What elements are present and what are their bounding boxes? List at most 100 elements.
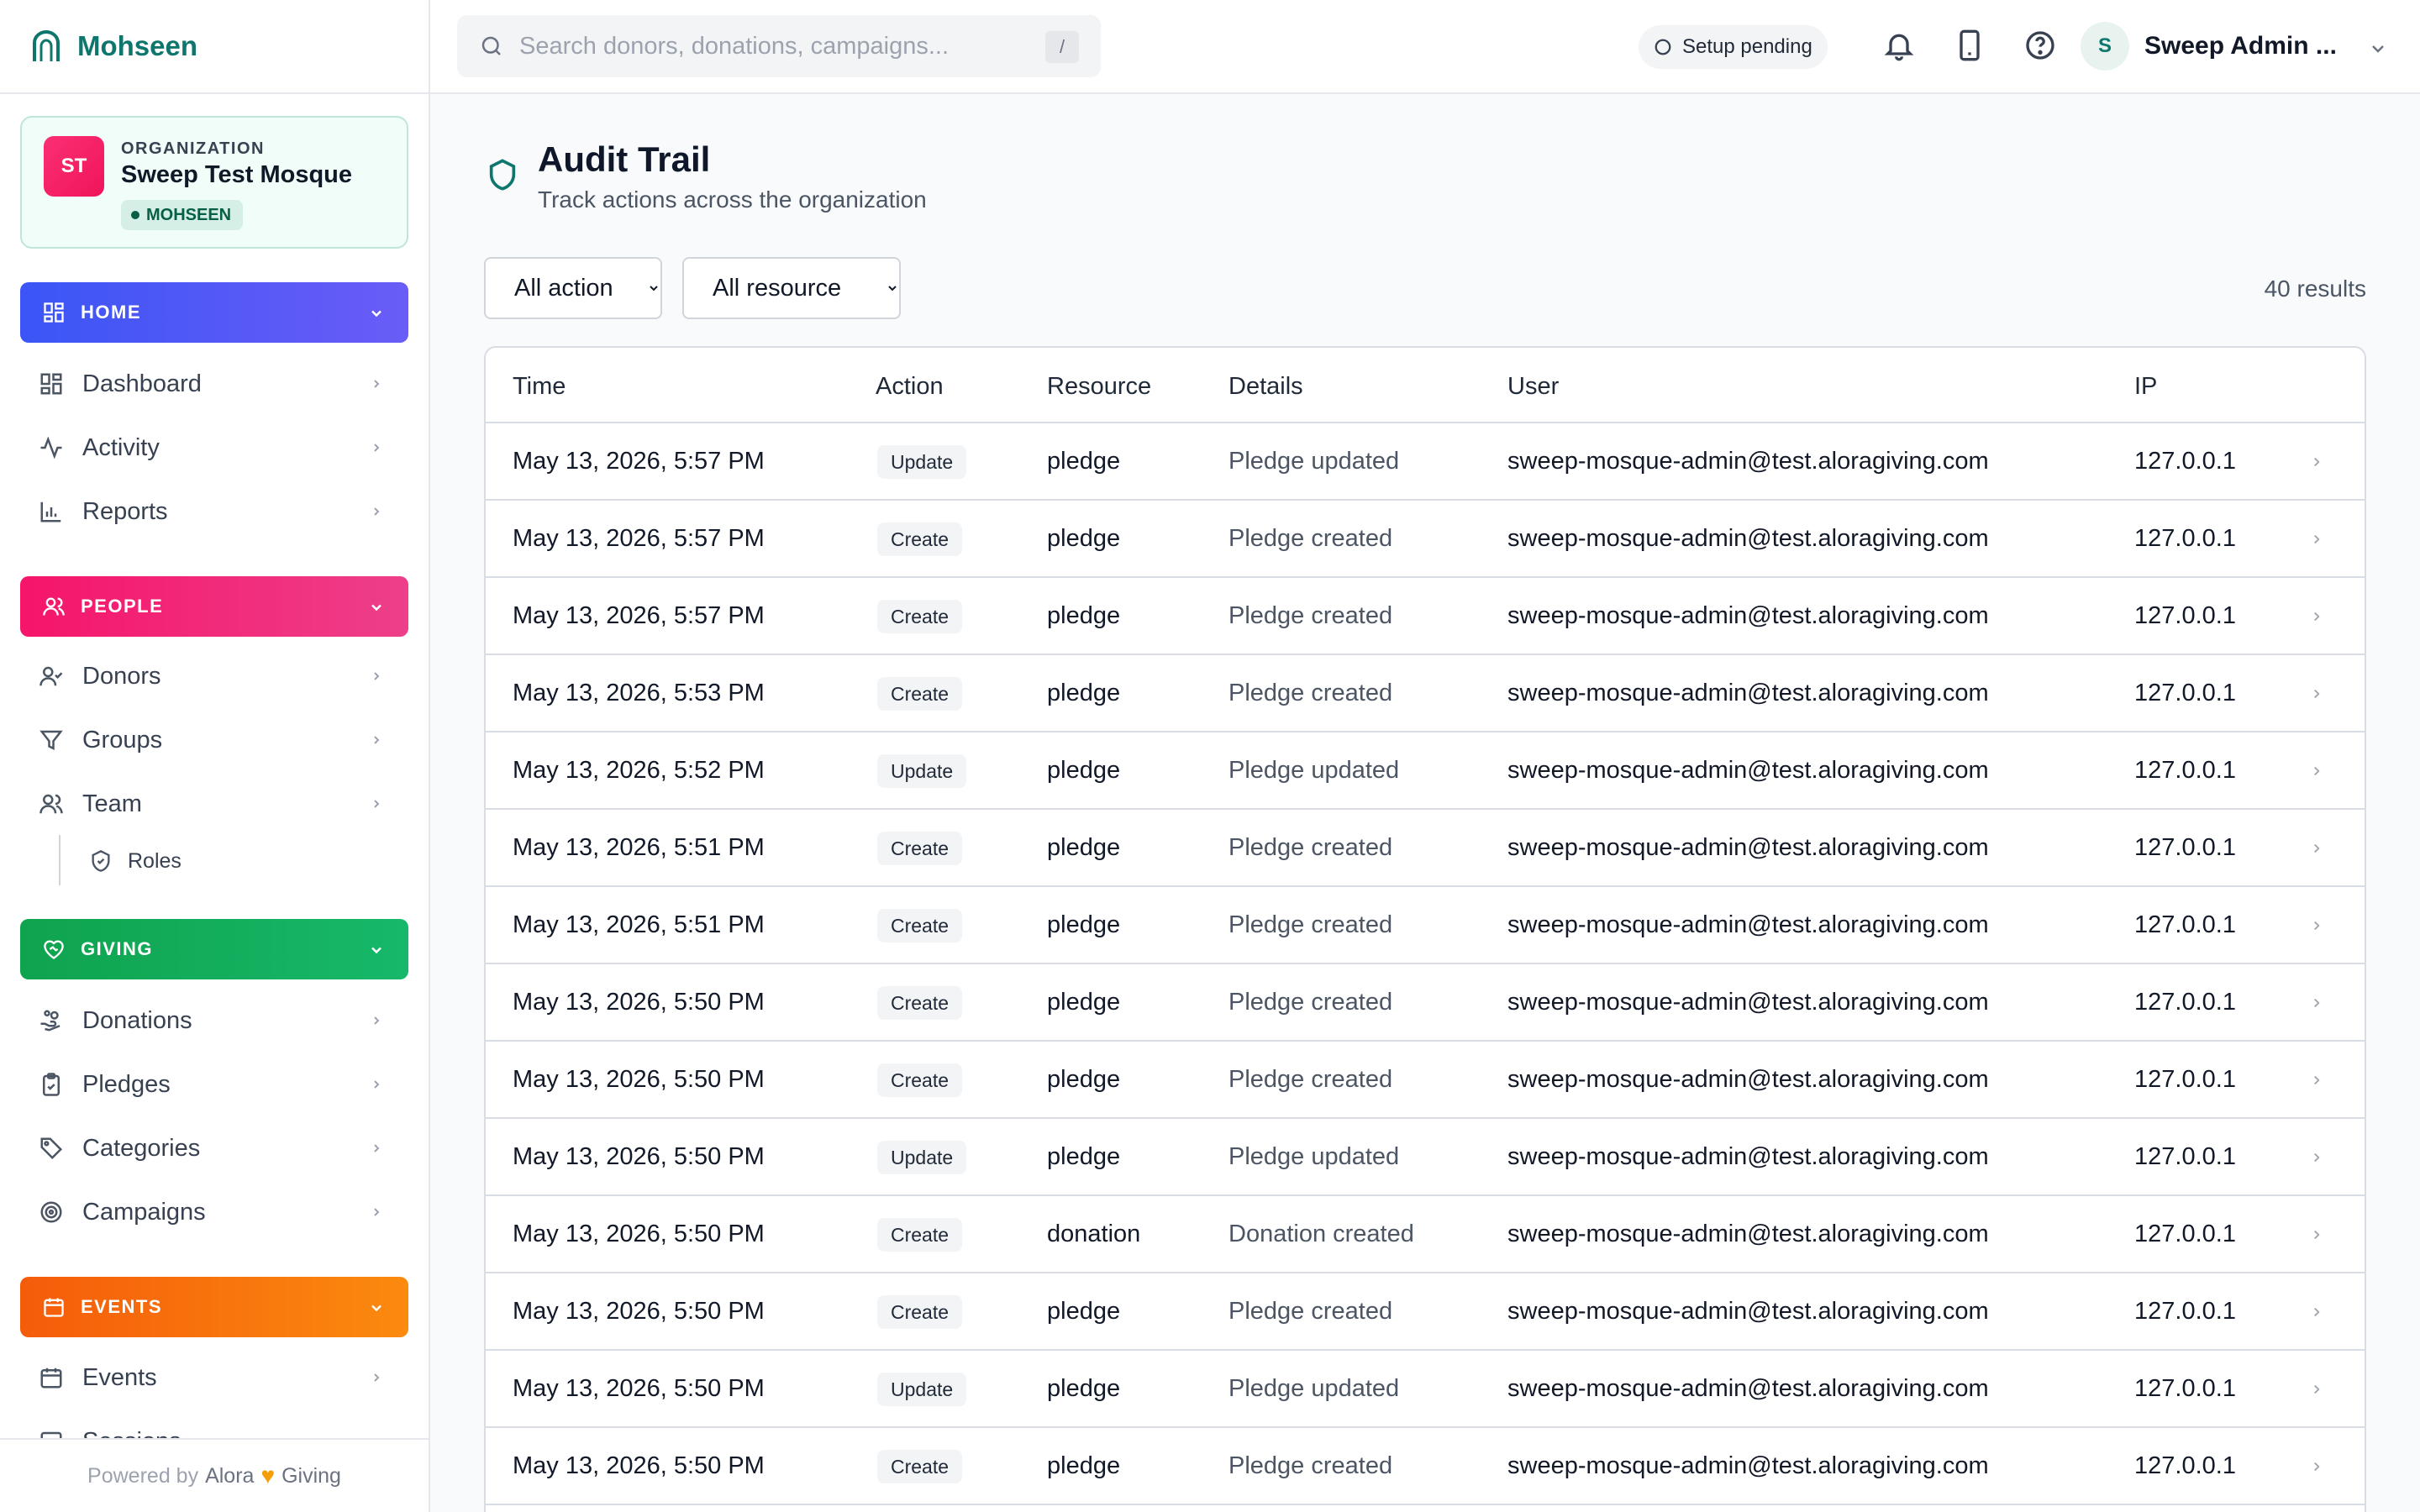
help-icon[interactable]	[2023, 28, 2057, 63]
chevron-right-icon	[370, 1142, 383, 1155]
cell-ip: 127.0.0.1	[2134, 1298, 2236, 1325]
table-row[interactable]: May 13, 2026, 5:57 PM Create pledge Pledge …	[486, 501, 2365, 578]
column-header-time: Time	[513, 373, 566, 400]
organization-badge: MOHSEEN	[121, 200, 244, 230]
cell-time: May 13, 2026, 5:51 PM	[513, 834, 765, 861]
shield-icon	[486, 156, 519, 193]
sidebar-item-donations[interactable]: Donations	[20, 995, 408, 1046]
action-filter-select[interactable]: All action	[484, 257, 662, 319]
chevron-right-icon	[370, 669, 383, 683]
sidebar-item-groups[interactable]: Groups	[20, 715, 408, 765]
cell-user: sweep-mosque-admin@test.aloragiving.com	[1507, 1221, 1989, 1247]
chevron-right-icon[interactable]	[2309, 995, 2324, 1011]
sidebar-item-categories[interactable]: Categories	[20, 1123, 408, 1173]
cell-time: May 13, 2026, 5:50 PM	[513, 1221, 765, 1247]
cell-time: May 13, 2026, 5:51 PM	[513, 911, 765, 938]
table-row[interactable]: May 13, 2026, 5:50 PM Create pledge Pledge …	[486, 964, 2365, 1042]
cell-resource: donation	[1047, 1221, 1141, 1247]
cell-resource: pledge	[1047, 834, 1121, 861]
sidebar-item-campaigns[interactable]: Campaigns	[20, 1187, 408, 1237]
dashboard-icon	[39, 371, 64, 396]
table-row[interactable]: May 13, 2026, 5:50 PM Update pledge Pledge …	[486, 1119, 2365, 1196]
cell-user: sweep-mosque-admin@test.aloragiving.com	[1507, 602, 1989, 629]
chevron-down-icon[interactable]	[2368, 39, 2388, 59]
search-box[interactable]: /	[457, 15, 1101, 77]
sidebar-item-dashboard[interactable]: Dashboard	[20, 359, 408, 409]
chevron-right-icon[interactable]	[2309, 454, 2324, 470]
sidebar-item-roles[interactable]: Roles	[89, 837, 182, 885]
mosque-logo-icon	[32, 29, 60, 63]
table-row[interactable]: May 13, 2026, 5:50 PM Create pledge Pledge …	[486, 1042, 2365, 1119]
resource-filter-select[interactable]: All resource	[682, 257, 901, 319]
table-row[interactable]: May 13, 2026, 5:50 PM Create pledge Pledge …	[486, 1273, 2365, 1351]
cell-ip: 127.0.0.1	[2134, 834, 2236, 861]
table-row[interactable]: May 13, 2026, 5:52 PM Update pledge Pledge …	[486, 732, 2365, 810]
section-giving[interactable]: GIVING	[20, 919, 408, 979]
chevron-right-icon[interactable]	[2309, 686, 2324, 701]
chevron-right-icon[interactable]	[2309, 532, 2324, 547]
chevron-right-icon[interactable]	[2309, 1459, 2324, 1474]
table-row[interactable]: May 13, 2026, 5:50 PM Update pledge Pledge …	[486, 1351, 2365, 1428]
cell-details: Pledge created	[1228, 911, 1393, 938]
user-menu[interactable]: S Sweep Admin ...	[2081, 22, 2337, 71]
filter-icon	[39, 727, 64, 753]
cell-resource: pledge	[1047, 680, 1121, 706]
chevron-right-icon[interactable]	[2309, 1150, 2324, 1165]
table-row[interactable]: May 13, 2026, 5:57 PM Update pledge Pledge …	[486, 423, 2365, 501]
cell-user: sweep-mosque-admin@test.aloragiving.com	[1507, 834, 1989, 861]
heart-handshake-icon	[42, 937, 66, 961]
chevron-right-icon[interactable]	[2309, 1073, 2324, 1088]
chevron-right-icon[interactable]	[2309, 609, 2324, 624]
sidebar-item-activity[interactable]: Activity	[20, 423, 408, 473]
table-row[interactable]: May 13, 2026, 5:57 PM Create pledge Pledge …	[486, 578, 2365, 655]
table-row[interactable]: May 13, 2026, 5:53 PM Create pledge Pledge …	[486, 655, 2365, 732]
action-badge: Create	[877, 1218, 963, 1252]
cell-details: Donation created	[1228, 1221, 1414, 1247]
sidebar-item-pledges[interactable]: Pledges	[20, 1059, 408, 1110]
chevron-right-icon[interactable]	[2309, 1227, 2324, 1242]
cell-ip: 127.0.0.1	[2134, 680, 2236, 706]
cell-user: sweep-mosque-admin@test.aloragiving.com	[1507, 1298, 1989, 1325]
chevron-right-icon[interactable]	[2309, 1382, 2324, 1397]
activity-icon	[39, 435, 64, 460]
sidebar-item-label: Campaigns	[82, 1198, 206, 1226]
sidebar-item-label: Dashboard	[82, 370, 202, 397]
calendar-icon	[42, 1295, 66, 1319]
sidebar: Mohseen ST ORGANIZATION Sweep Test Mosqu…	[0, 0, 430, 1512]
chevron-right-icon[interactable]	[2309, 1305, 2324, 1320]
chevron-right-icon	[370, 1205, 383, 1219]
sidebar-item-reports[interactable]: Reports	[20, 486, 408, 537]
setup-status-badge[interactable]: Setup pending	[1639, 25, 1828, 69]
alora-label: Alora	[205, 1463, 255, 1488]
section-home[interactable]: HOME	[20, 282, 408, 343]
table-row[interactable]: May 13, 2026, 5:50 PM Create donation Donat…	[486, 1196, 2365, 1273]
clipboard-check-icon	[39, 1072, 64, 1097]
brand[interactable]: Mohseen	[0, 0, 429, 94]
table-row[interactable]: May 13, 2026, 5:50 PM Create pledge Pledge …	[486, 1428, 2365, 1505]
mobile-icon[interactable]	[1953, 28, 1986, 63]
organization-badge-label: MOHSEEN	[146, 205, 232, 224]
tag-icon	[39, 1136, 64, 1161]
section-giving-label: GIVING	[81, 938, 154, 959]
organization-card[interactable]: ST ORGANIZATION Sweep Test Mosque MOHSEE…	[20, 116, 408, 249]
section-events[interactable]: EVENTS	[20, 1277, 408, 1337]
sidebar-item-label: Activity	[82, 433, 160, 461]
table-row[interactable]: May 13, 2026, 5:51 PM Create pledge Pledge …	[486, 810, 2365, 887]
bell-icon[interactable]	[1882, 28, 1916, 63]
organization-avatar: ST	[44, 136, 104, 197]
cell-resource: pledge	[1047, 1143, 1121, 1170]
chevron-right-icon[interactable]	[2309, 918, 2324, 933]
table-row[interactable]: May 13, 2026, 5:51 PM Create pledge Pledge …	[486, 887, 2365, 964]
sidebar-item-donors[interactable]: Donors	[20, 651, 408, 701]
search-input[interactable]	[519, 32, 1040, 60]
section-people-label: PEOPLE	[81, 596, 164, 617]
sidebar-item-team[interactable]: Team	[20, 779, 408, 829]
section-people[interactable]: PEOPLE	[20, 576, 408, 637]
cell-user: sweep-mosque-admin@test.aloragiving.com	[1507, 448, 1989, 475]
chevron-right-icon[interactable]	[2309, 764, 2324, 779]
chevron-right-icon[interactable]	[2309, 841, 2324, 856]
cell-user: sweep-mosque-admin@test.aloragiving.com	[1507, 757, 1989, 784]
chevron-right-icon	[370, 377, 383, 391]
sidebar-item-events[interactable]: Events	[20, 1352, 408, 1403]
chevron-right-icon	[370, 1014, 383, 1027]
